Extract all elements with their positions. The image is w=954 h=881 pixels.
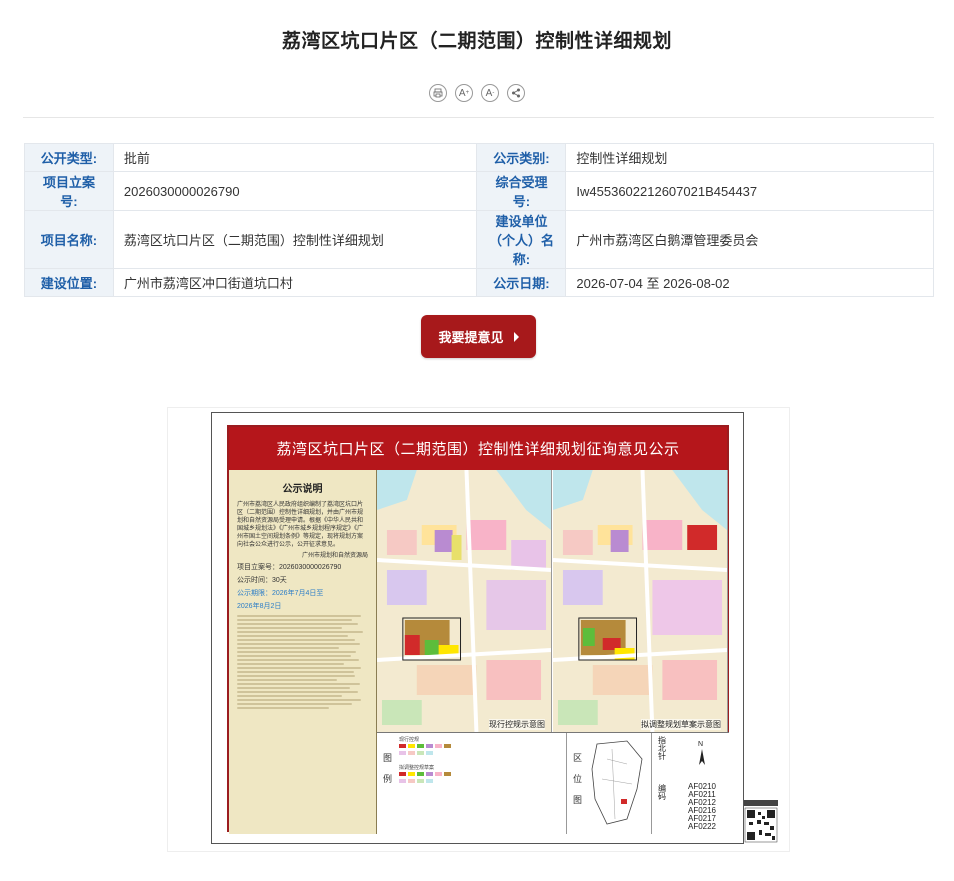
- info-key: 综合受理号:: [476, 171, 567, 211]
- north-arrow-icon: N: [698, 741, 705, 765]
- planning-poster[interactable]: 荔湾区坑口片区（二期范围）控制性详细规划征询意见公示 公示说明 广州市荔湾区人民…: [211, 412, 744, 844]
- code-list: AF0210 AF0211 AF0212 AF0216 AF0217 AF022…: [678, 783, 726, 831]
- info-key: 项目名称:: [24, 210, 114, 269]
- font-decrease-icon: A: [485, 87, 493, 99]
- map-graphic: [377, 470, 551, 732]
- table-row: 建设位置: 广州市荔湾区冲口街道坑口村 公示日期: 2026-07-04 至 2…: [24, 268, 934, 297]
- proposed-plan-map: 拟调整规划草案示意图: [553, 470, 728, 732]
- location-map: [591, 740, 643, 825]
- poster-border: 荔湾区坑口片区（二期范围）控制性详细规划征询意见公示 公示说明 广州市荔湾区人民…: [227, 425, 729, 834]
- map-graphic: [553, 470, 727, 732]
- qr-code: [744, 800, 778, 843]
- info-key: 公示类别:: [476, 143, 567, 172]
- code-item: AF0222: [687, 822, 717, 831]
- print-button[interactable]: [429, 84, 447, 102]
- current-plan-map: 现行控规示意图: [377, 470, 552, 732]
- info-key: 公示日期:: [476, 268, 567, 297]
- map-panels: 现行控规示意图 拟调整规划草案示意图: [377, 470, 729, 732]
- printer-icon: [433, 88, 443, 98]
- info-key: 公开类型:: [24, 143, 114, 172]
- toolbar: A + A-: [429, 84, 525, 102]
- location-cell: 区位图: [567, 733, 652, 834]
- legend-label: 图例: [382, 753, 392, 795]
- proposed-plan-caption: 拟调整规划草案示意图: [641, 719, 721, 730]
- legend-cell: 图例 现行控规 拟调整控规草案: [377, 733, 567, 834]
- current-plan-caption: 现行控规示意图: [489, 719, 545, 730]
- info-key: 项目立案号:: [24, 171, 114, 211]
- project-info-table: 公开类型: 批前 公示类别: 控制性详细规划 项目立案号: 2026030000…: [24, 143, 934, 297]
- notice-period: 公示时间：30天: [237, 577, 287, 584]
- page-title: 荔湾区坑口片区（二期范围）控制性详细规划: [281, 31, 672, 52]
- share-icon: [512, 88, 520, 98]
- svg-text:N: N: [698, 741, 703, 748]
- submit-opinion-label: 我要提意见: [438, 330, 504, 345]
- legend-grid: 现行控规 拟调整控规草案: [399, 737, 562, 785]
- notice-title: 公示说明: [282, 484, 323, 495]
- info-value: 荔湾区坑口片区（二期范围）控制性详细规划: [112, 210, 478, 269]
- table-row: 公开类型: 批前 公示类别: 控制性详细规划: [24, 143, 934, 172]
- info-value: 广州市荔湾区白鹅潭管理委员会: [565, 210, 934, 269]
- info-key: 建设位置:: [24, 268, 114, 297]
- info-key: 建设单位（个人）名称:: [476, 210, 567, 269]
- info-value: Iw455360221260702​1B454437: [565, 171, 934, 211]
- info-value: 批前: [112, 143, 478, 172]
- notice-body: 广州市荔湾区人民政府组织编制了荔湾区坑口片区（二期范围）控制性详细规划，并由广州…: [237, 502, 364, 548]
- notice-dates-2: 2026年8月2日: [237, 603, 282, 610]
- notice-fine-print: [237, 615, 368, 709]
- caret-right-icon: [513, 331, 519, 342]
- font-increase-button[interactable]: A +: [455, 84, 473, 102]
- poster-headline: 荔湾区坑口片区（二期范围）控制性详细规划征询意见公示: [229, 427, 727, 470]
- info-value: 控制性详细规划: [565, 143, 934, 172]
- font-decrease-button[interactable]: A-: [481, 84, 499, 102]
- table-row: 项目立案号: 2026030000026790 综合受理号: Iw4553602…: [24, 171, 934, 211]
- info-value: 2026-07-04 至 2026-08-02: [565, 268, 934, 297]
- north-code-cell: 指北针 N 编码 AF0210 AF0211 AF0212 AF0216 AF0…: [652, 733, 729, 834]
- north-label: 指北针: [658, 736, 666, 761]
- font-increase-icon: A: [458, 87, 466, 99]
- share-button[interactable]: [507, 84, 525, 102]
- location-label: 区位图: [572, 753, 582, 816]
- legend-row: 图例 现行控规 拟调整控规草案 区位图 指北针 N 编码 AF0210 AF02…: [377, 732, 729, 834]
- notice-dates-1: 公示期限：2026年7月4日至: [237, 590, 324, 597]
- notice-org: 广州市规划和自然资源局: [301, 553, 368, 559]
- code-label: 编码: [658, 784, 666, 801]
- divider: [23, 117, 934, 118]
- info-value: 广州市荔湾区冲口街道坑口村: [112, 268, 478, 297]
- submit-opinion-button[interactable]: 我要提意见: [421, 315, 536, 358]
- table-row: 项目名称: 荔湾区坑口片区（二期范围）控制性详细规划 建设单位（个人）名称: 广…: [24, 210, 934, 269]
- notice-panel: 公示说明 广州市荔湾区人民政府组织编制了荔湾区坑口片区（二期范围）控制性详细规划…: [229, 470, 377, 834]
- notice-case-no: 项目立案号：2026030000026790: [237, 564, 342, 571]
- info-value: 2026030000026790: [112, 171, 478, 211]
